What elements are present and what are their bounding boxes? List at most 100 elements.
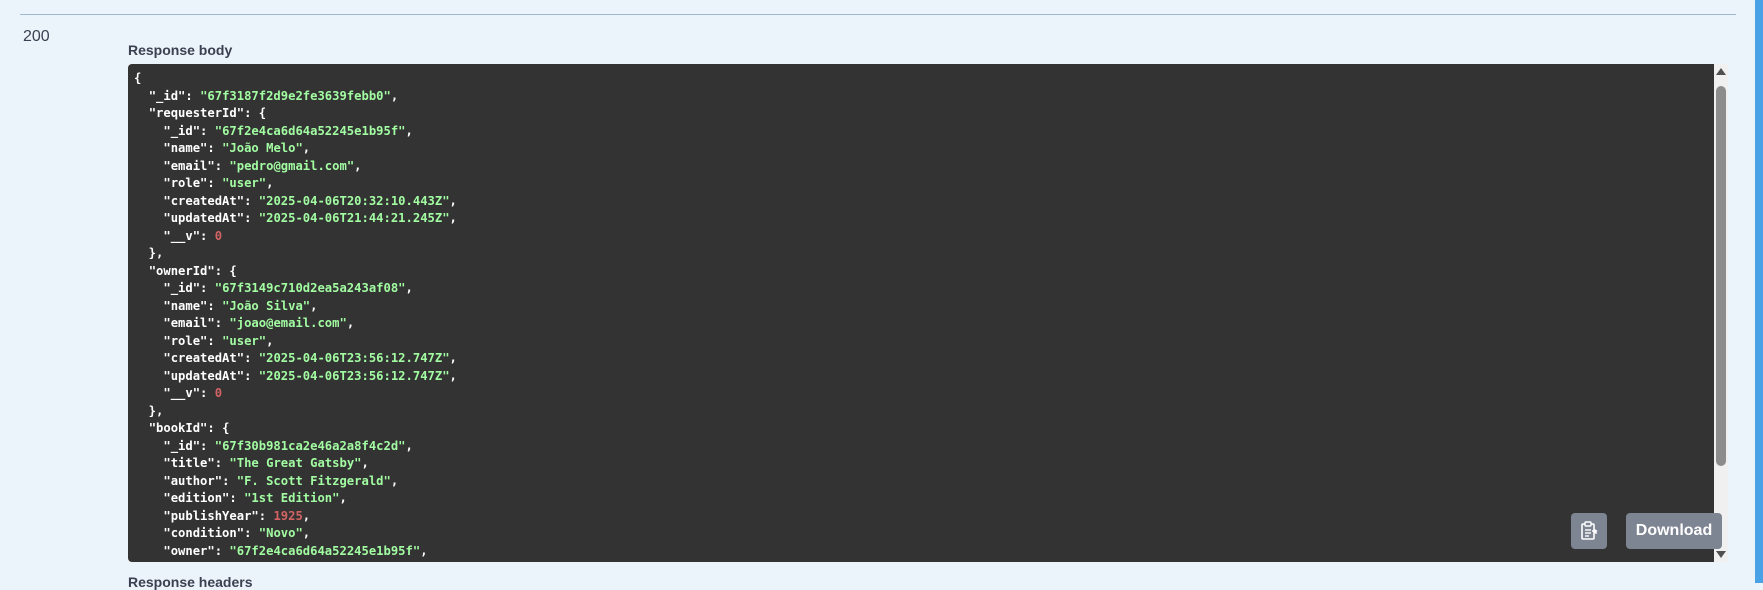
json-line: "role": "user", <box>134 175 1712 193</box>
json-key: "email" <box>163 158 215 173</box>
json-punctuation: : <box>207 333 223 348</box>
json-key: "__v" <box>163 386 201 400</box>
json-string-value: "67f3149c710d2ea5a243af08" <box>214 281 406 295</box>
json-punctuation: , <box>390 473 399 488</box>
json-punctuation <box>134 124 163 138</box>
json-key: "publishYear" <box>163 508 259 523</box>
json-key: "role" <box>163 333 208 348</box>
json-key: "_id" <box>163 281 201 295</box>
json-punctuation <box>134 89 149 103</box>
json-punctuation: , <box>449 351 457 365</box>
json-punctuation <box>134 386 163 400</box>
json-string-value: "The Great Gatsby" <box>229 456 362 470</box>
json-punctuation <box>134 421 149 435</box>
json-line: "ownerId": { <box>134 263 1712 281</box>
json-key: "author" <box>163 473 223 488</box>
json-punctuation: , <box>405 281 413 295</box>
json-punctuation: : { <box>207 421 230 435</box>
json-punctuation <box>134 544 163 558</box>
json-punctuation: : <box>258 508 274 523</box>
json-line: { <box>134 70 1712 88</box>
json-line: "edition": "1st Edition", <box>134 490 1712 508</box>
json-line: "__v": 0 <box>134 228 1712 246</box>
json-punctuation <box>134 439 163 453</box>
json-punctuation: : <box>214 158 230 173</box>
json-string-value: "Novo" <box>258 526 303 540</box>
json-punctuation: : { <box>244 106 267 120</box>
json-line: "name": "João Silva", <box>134 298 1712 316</box>
response-body-code-block[interactable]: { "_id": "67f3187f2d9e2fe3639febb0", "re… <box>128 64 1728 562</box>
json-punctuation <box>134 491 163 505</box>
response-body-viewport[interactable]: { "_id": "67f3187f2d9e2fe3639febb0", "re… <box>128 64 1712 562</box>
json-line: "bookId": { <box>134 420 1712 438</box>
json-punctuation: : <box>244 211 259 225</box>
json-line: "_id": "67f30b981ca2e46a2a8f4c2d", <box>134 438 1712 456</box>
json-punctuation <box>134 281 163 295</box>
json-number-value: 1925 <box>273 508 303 523</box>
json-punctuation: , <box>420 543 428 558</box>
json-punctuation: , <box>449 211 457 225</box>
json-number-value: 0 <box>214 386 223 400</box>
json-key: "name" <box>163 141 208 155</box>
json-line: "email": "pedro@gmail.com", <box>134 158 1712 176</box>
json-string-value: "João Silva" <box>222 298 311 313</box>
json-key: "bookId" <box>148 421 208 435</box>
json-punctuation: : <box>222 473 237 488</box>
scroll-down-arrow-icon[interactable] <box>1716 551 1726 558</box>
response-body-json: { "_id": "67f3187f2d9e2fe3639febb0", "re… <box>128 64 1712 560</box>
json-string-value: "2025-04-06T23:56:12.747Z" <box>258 351 450 365</box>
json-key: "_id" <box>163 438 201 453</box>
json-string-value: "F. Scott Fitzgerald" <box>236 473 391 488</box>
response-body-label: Response body <box>128 42 233 58</box>
json-punctuation: , <box>266 333 274 348</box>
download-button[interactable]: Download <box>1626 513 1722 549</box>
json-punctuation: : <box>200 438 215 453</box>
json-punctuation <box>134 194 163 208</box>
json-punctuation <box>134 264 149 278</box>
response-body-scrollbar[interactable] <box>1714 64 1728 562</box>
panel-edge <box>1755 0 1763 583</box>
json-punctuation: , <box>302 526 311 540</box>
json-line: "updatedAt": "2025-04-06T21:44:21.245Z", <box>134 210 1712 228</box>
json-line: "publishYear": 1925, <box>134 508 1712 526</box>
json-punctuation: , <box>339 491 347 505</box>
json-punctuation: : <box>200 281 215 295</box>
json-line: "_id": "67f2e4ca6d64a52245e1b95f", <box>134 123 1712 141</box>
scrollbar-thumb[interactable] <box>1716 86 1726 466</box>
json-punctuation: : <box>244 526 259 540</box>
json-line: "requesterId": { <box>134 105 1712 123</box>
json-key: "ownerId" <box>148 263 215 278</box>
json-string-value: "João Melo" <box>222 141 303 155</box>
json-punctuation: : <box>244 351 259 365</box>
json-string-value: "joao@email.com" <box>229 316 347 330</box>
json-key: "title" <box>163 456 215 470</box>
json-line: "owner": "67f2e4ca6d64a52245e1b95f", <box>134 543 1712 561</box>
response-status-code: 200 <box>23 28 50 45</box>
json-punctuation <box>134 474 163 488</box>
json-punctuation <box>134 159 163 173</box>
json-key: "email" <box>163 316 215 330</box>
copy-to-clipboard-button[interactable] <box>1571 513 1607 549</box>
json-key: "edition" <box>163 491 230 505</box>
json-line: "createdAt": "2025-04-06T23:56:12.747Z", <box>134 350 1712 368</box>
json-punctuation: , <box>405 123 413 138</box>
json-string-value: "user" <box>222 176 267 190</box>
json-punctuation: , <box>354 158 362 173</box>
json-punctuation: : <box>244 193 259 208</box>
json-punctuation: , <box>302 508 311 523</box>
json-punctuation <box>134 456 163 470</box>
json-line: }, <box>134 403 1712 421</box>
json-punctuation <box>134 299 163 313</box>
response-panel: 200 Response body { "_id": "67f3187f2d9e… <box>0 0 1763 590</box>
json-punctuation: : <box>207 298 223 313</box>
json-punctuation: , <box>390 88 399 103</box>
json-string-value: "1st Edition" <box>244 491 340 505</box>
json-key: "owner" <box>163 543 215 558</box>
json-punctuation: : <box>200 123 215 138</box>
scroll-up-arrow-icon[interactable] <box>1716 68 1726 75</box>
json-line: "name": "João Melo", <box>134 140 1712 158</box>
json-punctuation <box>134 351 163 365</box>
json-punctuation <box>134 211 163 225</box>
json-punctuation: : <box>185 88 201 103</box>
json-punctuation: : <box>207 141 223 155</box>
